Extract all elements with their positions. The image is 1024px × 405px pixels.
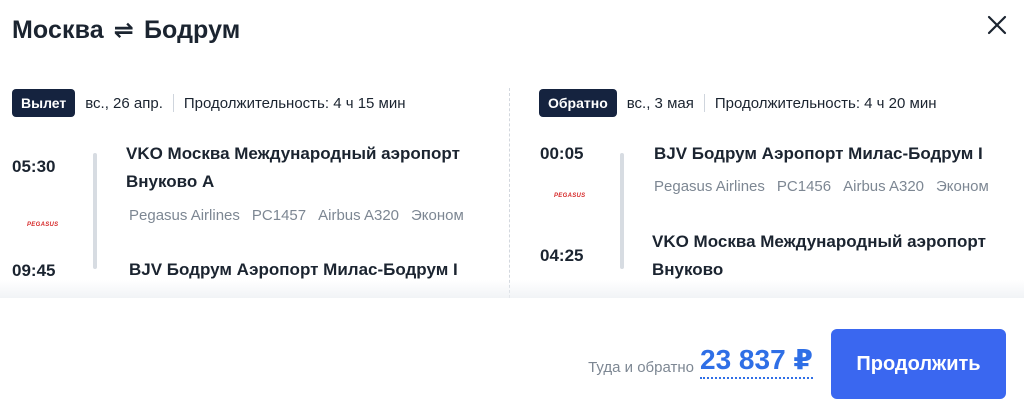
arrows-exchange-icon: ⇌	[113, 17, 134, 44]
total-price[interactable]: 23 837 ₽	[700, 344, 813, 379]
return-header: Обратно вс., 3 мая Продолжительность: 4 …	[539, 89, 937, 117]
outbound-duration: Продолжительность: 4 ч 15 мин	[183, 94, 406, 112]
return-date: вс., 3 мая	[626, 94, 694, 112]
legs-divider	[509, 88, 510, 298]
return-badge: Обратно	[539, 89, 617, 117]
total-label: Туда и обратно	[588, 359, 694, 376]
to-city: Бодрум	[143, 16, 241, 44]
return-depart-time: 00:05	[540, 144, 584, 163]
return-airline: Pegasus Airlines	[654, 178, 765, 195]
outbound-date: вс., 26 апр.	[85, 94, 163, 112]
outbound-flight-number: PC1457	[251, 207, 307, 224]
separator	[703, 94, 705, 112]
outbound-airline: Pegasus Airlines	[129, 207, 240, 224]
outbound-header: Вылет вс., 26 апр. Продолжительность: 4 …	[12, 89, 406, 117]
pegasus-logo: PEGASUS	[27, 222, 59, 228]
outbound-aircraft: Airbus A320	[318, 207, 400, 224]
route-title: Москва ⇌ Бодрум	[12, 16, 240, 45]
outbound-class: Эконом	[411, 207, 464, 224]
return-flight-number: PC1456	[776, 178, 832, 195]
return-depart-airport: BJV Бодрум Аэропорт Милас-Бодрум I	[654, 144, 983, 163]
outbound-depart-airport: VKO Москва Международный аэропорт Внуков…	[126, 144, 460, 191]
return-duration: Продолжительность: 4 ч 20 мин	[714, 94, 937, 112]
close-icon[interactable]	[984, 12, 1010, 38]
pegasus-logo: PEGASUS	[554, 193, 586, 199]
outbound-arrive-time: 09:45	[12, 261, 56, 280]
return-arrive-airport: VKO Москва Международный аэропорт Внуков…	[652, 232, 986, 279]
return-arrive-time: 04:25	[540, 246, 584, 265]
from-city: Москва	[12, 16, 104, 44]
return-flight-info: Pegasus Airlines PC1456 Airbus A320 Экон…	[654, 178, 989, 195]
outbound-depart-time: 05:30	[12, 157, 56, 176]
return-aircraft: Airbus A320	[843, 178, 925, 195]
continue-button[interactable]: Продолжить	[831, 329, 1006, 399]
separator	[172, 94, 174, 112]
outbound-timeline	[93, 153, 97, 269]
return-timeline	[620, 153, 624, 269]
return-class: Эконом	[936, 178, 989, 195]
outbound-badge: Вылет	[12, 89, 76, 117]
outbound-flight-info: Pegasus Airlines PC1457 Airbus A320 Экон…	[129, 207, 464, 224]
